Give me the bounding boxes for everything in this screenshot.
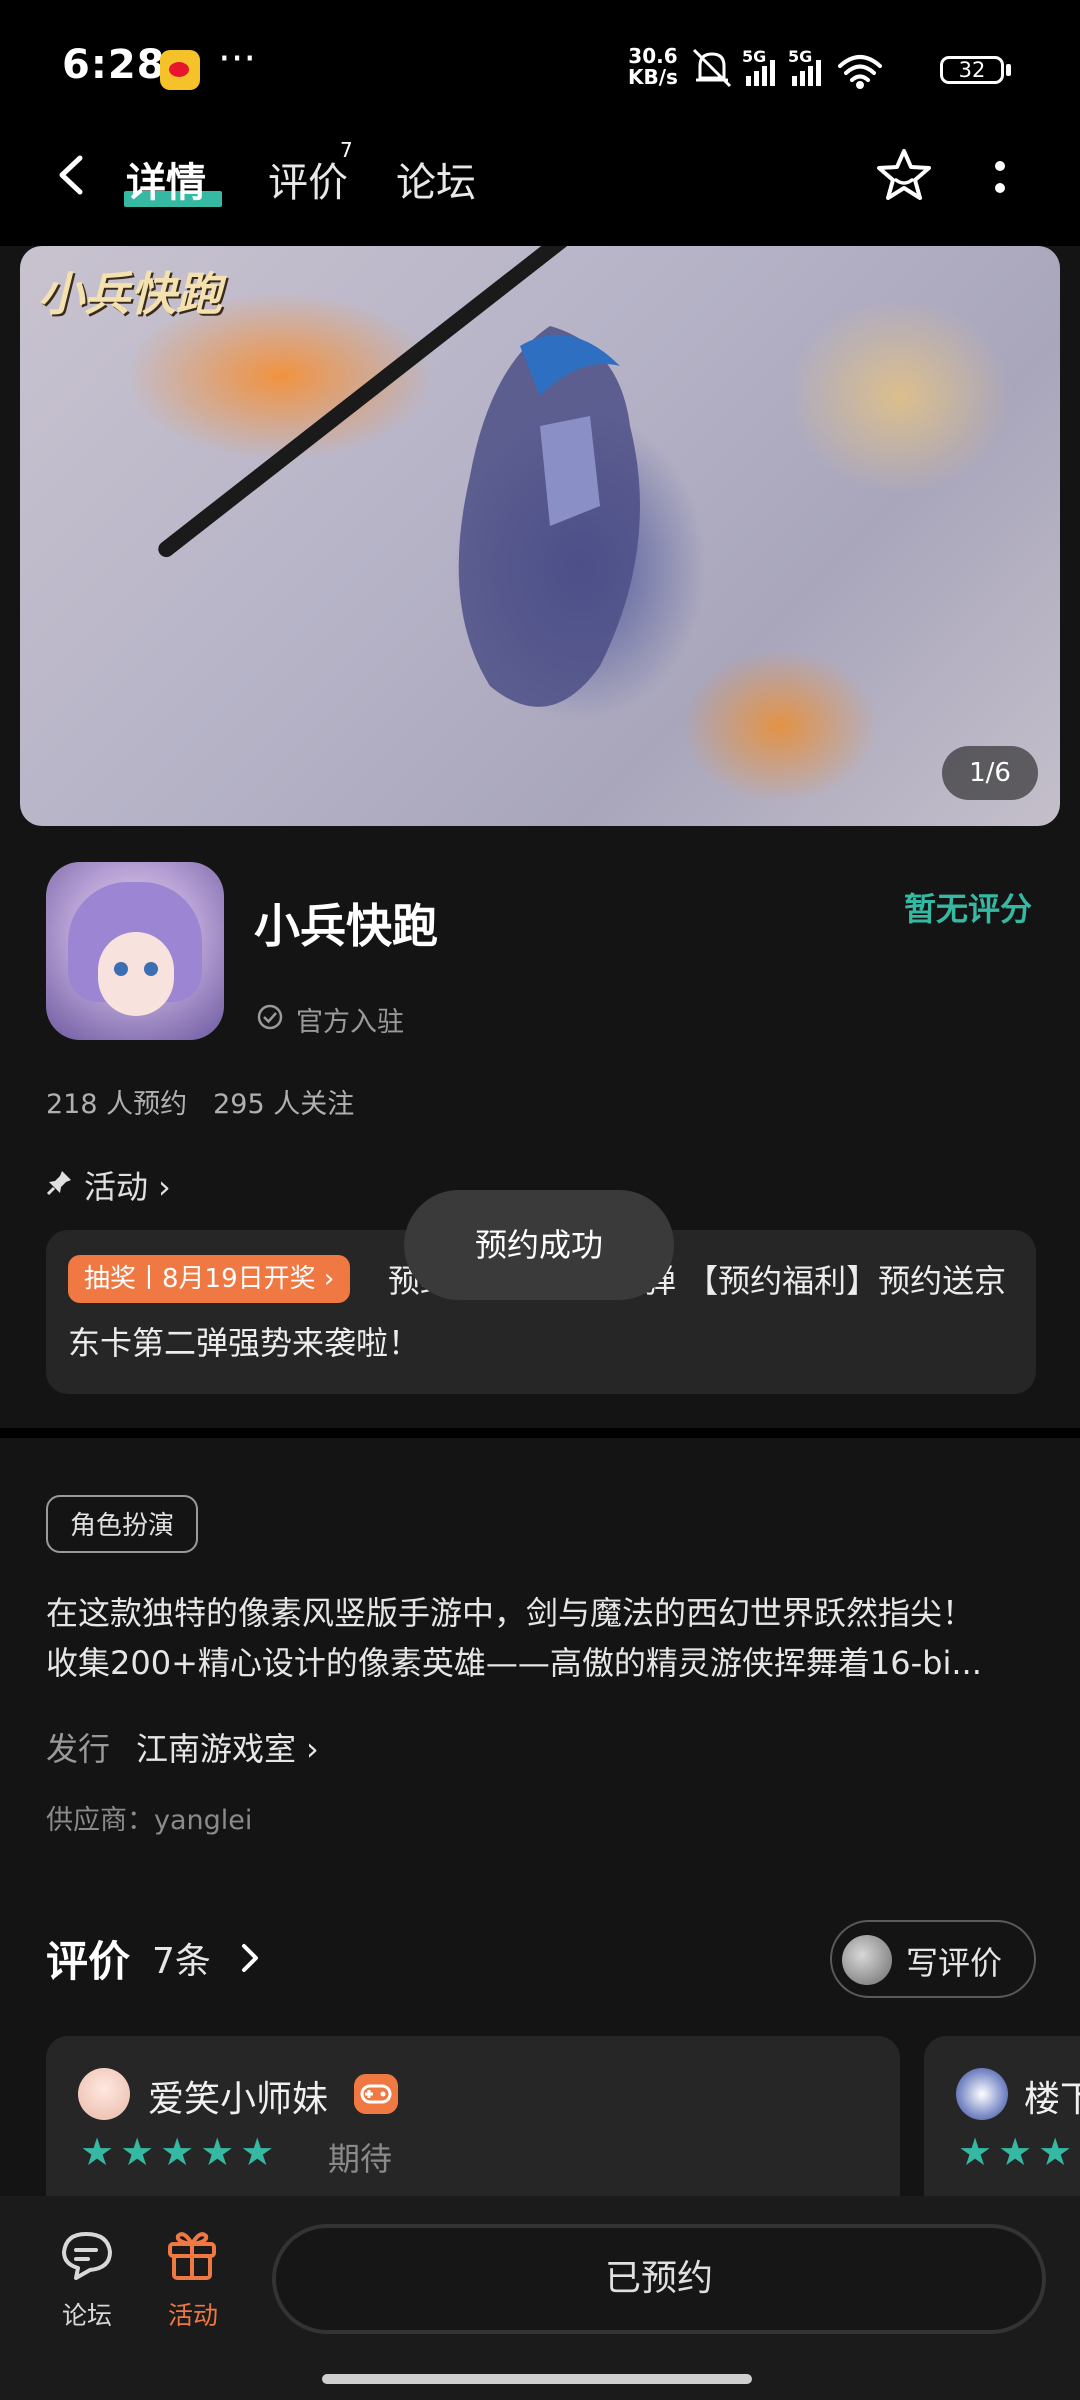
reserved-button[interactable]: 已预约 bbox=[272, 2224, 1046, 2334]
app-name: 小兵快跑 bbox=[254, 899, 438, 953]
rating-text: 暂无评分 bbox=[904, 890, 1033, 928]
chevron-right-icon: › bbox=[158, 1168, 171, 1206]
follower-count: 295 人关注 bbox=[213, 1089, 355, 1120]
svg-text:5G: 5G bbox=[788, 47, 812, 66]
description-line: 收集200+精心设计的像素英雄——高傲的精灵游侠挥舞着16-bi... bbox=[46, 1644, 982, 1682]
gamepad-badge-icon bbox=[354, 2074, 398, 2114]
publisher-label: 发行 bbox=[46, 1730, 111, 1768]
verified-check-icon bbox=[257, 1004, 283, 1030]
app-icon bbox=[46, 862, 224, 1040]
supplier-text: 供应商：yanglei bbox=[46, 1805, 253, 1836]
publisher-link[interactable]: 江南游戏室 › bbox=[136, 1724, 319, 1770]
section-divider bbox=[0, 1428, 1080, 1438]
5g-signal-icon: 5G bbox=[788, 47, 821, 86]
game-description[interactable]: 在这款独特的像素风竖版手游中，剑与魔法的西幻世界跃然指尖！ 收集200+精心设计… bbox=[46, 1588, 1036, 1688]
description-line: 在这款独特的像素风竖版手游中，剑与魔法的西幻世界跃然指尖！ bbox=[46, 1594, 975, 1632]
reviewer-name: 爱笑小师妹 bbox=[148, 2079, 329, 2120]
status-bar: 6:28 ··· 30.6 KB/s 5G 5G 32 bbox=[0, 0, 1080, 130]
tab-reviews-badge: 7 bbox=[340, 138, 353, 162]
more-options-icon[interactable] bbox=[990, 152, 1010, 202]
status-icons: 5G 5G bbox=[692, 47, 882, 89]
reviews-title[interactable]: 评价 bbox=[46, 1928, 130, 1989]
reservation-count: 218 人预约 bbox=[46, 1089, 188, 1120]
toast-message: 预约成功 bbox=[404, 1190, 674, 1300]
forum-chat-icon[interactable] bbox=[56, 2228, 118, 2284]
svg-text:5G: 5G bbox=[742, 47, 766, 66]
forum-label[interactable]: 论坛 bbox=[62, 2296, 112, 2332]
banner-game-logo: 小兵快跑 bbox=[38, 267, 222, 321]
wifi-icon bbox=[838, 55, 882, 89]
tab-forum[interactable]: 论坛 bbox=[396, 150, 476, 208]
lottery-badge: 抽奖丨8月19日开奖 › bbox=[68, 1255, 351, 1303]
official-label: 官方入驻 bbox=[296, 1007, 404, 1038]
review-tag: 期待 bbox=[328, 2140, 393, 2178]
network-speed: 30.6 KB/s bbox=[628, 44, 678, 89]
avatar bbox=[78, 2068, 130, 2120]
weibo-icon bbox=[160, 50, 200, 90]
write-review-label: 写评价 bbox=[906, 1944, 1003, 1982]
banner-carousel[interactable]: 小兵快跑 1/6 bbox=[20, 246, 1060, 826]
mute-icon bbox=[692, 48, 732, 88]
rating-stars: ★★★ bbox=[958, 2130, 1079, 2174]
activity-tab-label[interactable]: 活动 bbox=[168, 2296, 218, 2332]
clock: 6:28 bbox=[62, 42, 166, 88]
battery-cap bbox=[1006, 64, 1011, 76]
tab-details[interactable]: 详情 bbox=[126, 150, 206, 208]
chevron-right-icon[interactable] bbox=[238, 1940, 262, 1976]
rating-stars: ★★★★★ bbox=[80, 2130, 281, 2174]
gift-icon[interactable] bbox=[164, 2224, 220, 2282]
5g-signal-icon: 5G bbox=[742, 47, 775, 86]
home-indicator[interactable] bbox=[322, 2374, 752, 2384]
user-avatar bbox=[842, 1935, 892, 1985]
more-dots-icon: ··· bbox=[218, 36, 257, 82]
genre-tag[interactable]: 角色扮演 bbox=[46, 1495, 199, 1553]
reviewer-name: 楼下 bbox=[1024, 2079, 1080, 2120]
pin-icon bbox=[46, 1171, 71, 1196]
chevron-right-icon: › bbox=[306, 1730, 319, 1768]
favorite-star-icon[interactable] bbox=[874, 146, 934, 206]
app-stats: 218 人预约 295 人关注 bbox=[46, 1082, 380, 1121]
battery-icon: 32 bbox=[940, 56, 1004, 84]
avatar bbox=[956, 2068, 1008, 2120]
activity-section-title[interactable]: 活动 › bbox=[84, 1162, 171, 1208]
banner-knight-art bbox=[458, 326, 640, 707]
tab-reviews[interactable]: 评价 bbox=[268, 150, 348, 208]
reviews-count[interactable]: 7条 bbox=[152, 1932, 211, 1984]
back-arrow-icon[interactable] bbox=[52, 150, 92, 200]
banner-page-counter: 1/6 bbox=[942, 746, 1038, 800]
